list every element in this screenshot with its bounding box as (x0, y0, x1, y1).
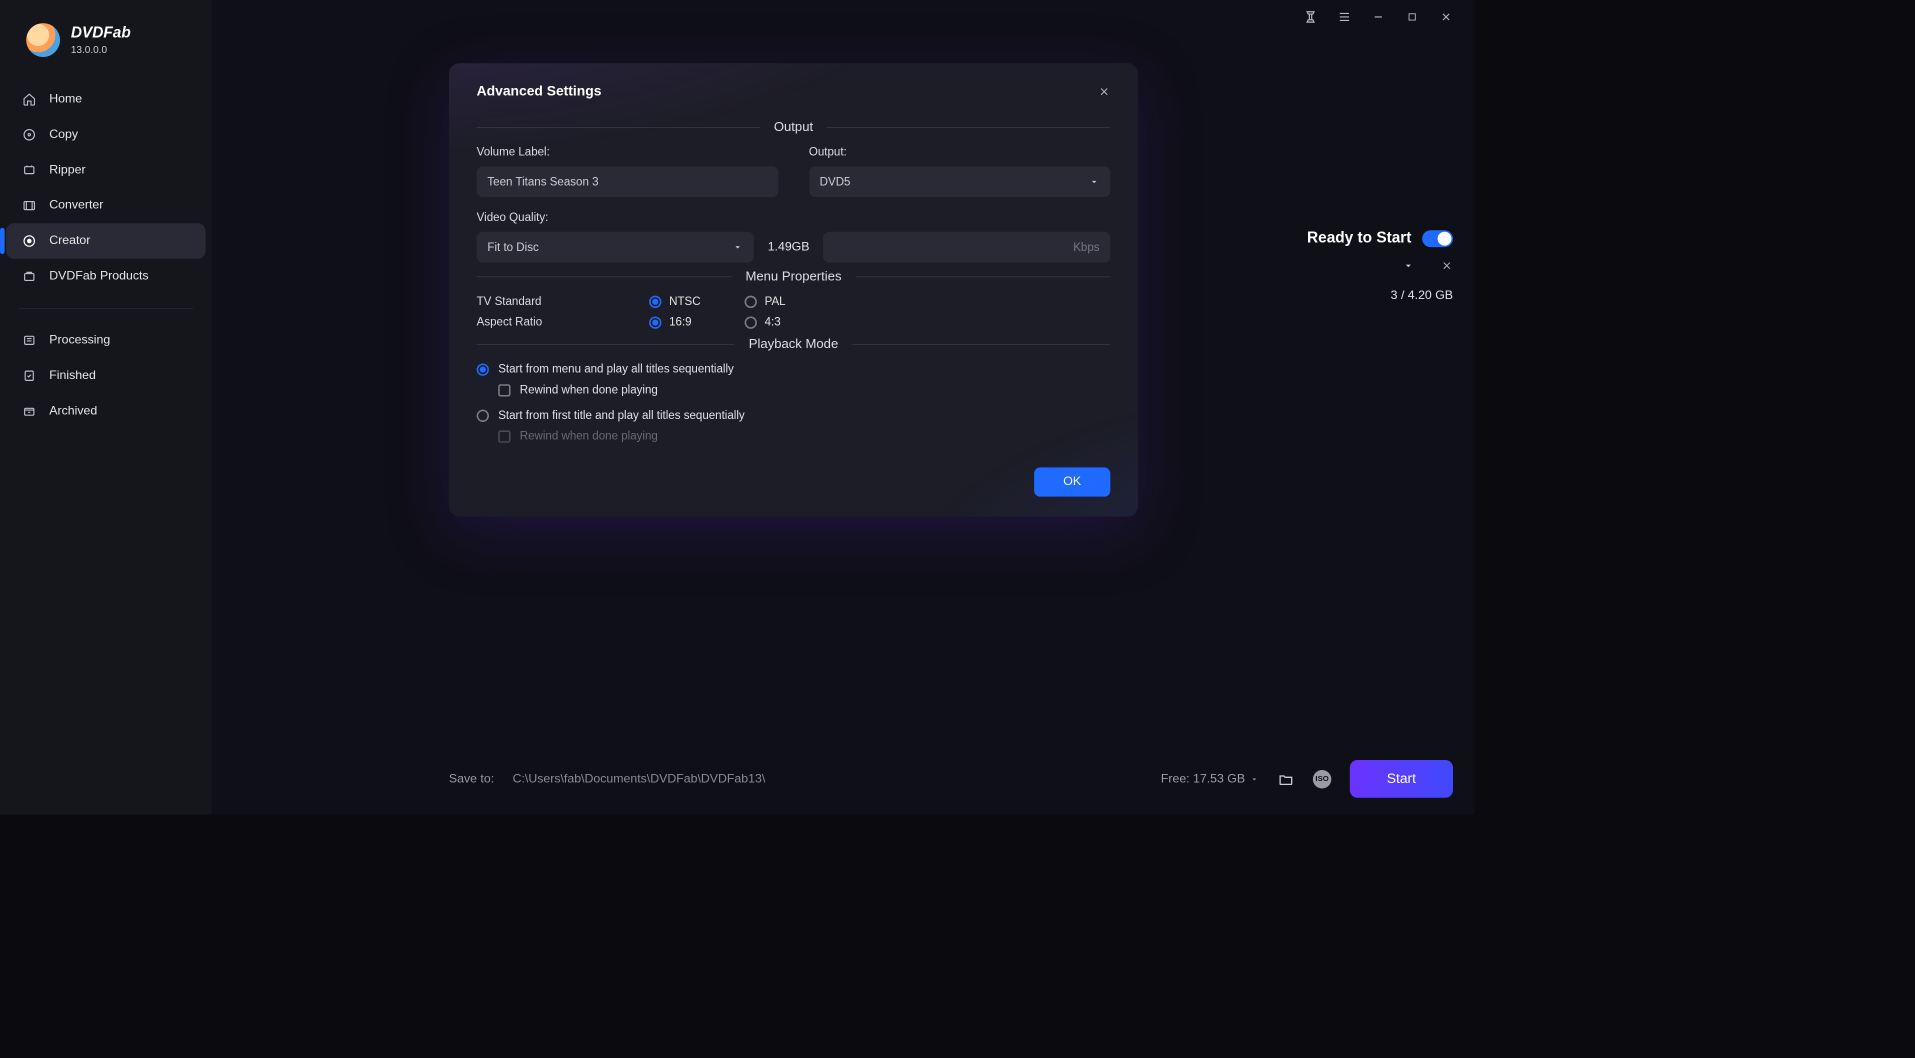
brand-block: DVDFab 13.0.0.0 (0, 17, 212, 79)
sidebar-item-finished[interactable]: Finished (6, 358, 205, 393)
start-button[interactable]: Start (1350, 760, 1453, 798)
bitrate-input[interactable]: Kbps (823, 232, 1110, 263)
playback-option-menu[interactable]: Start from menu and play all titles sequ… (477, 363, 1111, 376)
radio-16-9[interactable]: 16:9 (649, 316, 726, 329)
rewind-checkbox-2: Rewind when done playing (498, 430, 1110, 443)
save-path: C:\Users\fab\Documents\DVDFab\DVDFab13\ (513, 772, 766, 786)
sidebar-item-processing[interactable]: Processing (6, 323, 205, 358)
creator-icon (22, 233, 37, 248)
folder-icon[interactable] (1277, 770, 1294, 787)
close-modal-icon[interactable] (1098, 85, 1110, 97)
rewind-checkbox-1[interactable]: Rewind when done playing (498, 383, 1110, 396)
sidebar-item-label: Copy (49, 128, 78, 142)
section-playback: Playback Mode (477, 336, 1111, 351)
sidebar-item-label: Finished (49, 369, 96, 383)
minimize-icon[interactable] (1371, 10, 1385, 24)
sidebar-item-label: Home (49, 92, 82, 106)
playback-option-first-title[interactable]: Start from first title and play all titl… (477, 409, 1111, 422)
archive-icon (22, 403, 37, 418)
maximize-icon[interactable] (1405, 10, 1419, 24)
app-name: DVDFab (71, 25, 131, 42)
estimated-size: 1.49GB (768, 240, 810, 254)
video-quality-select[interactable]: Fit to Disc (477, 232, 754, 263)
chevron-down-icon (732, 242, 743, 253)
volume-label-label: Volume Label: (477, 146, 778, 159)
ripper-icon (22, 162, 37, 177)
app-version: 13.0.0.0 (71, 45, 131, 56)
output-select[interactable]: DVD5 (809, 166, 1110, 197)
window-controls (212, 0, 1475, 34)
iso-output-icon[interactable]: ISO (1313, 770, 1331, 788)
menu-icon[interactable] (1337, 10, 1351, 24)
tv-standard-label: TV Standard (477, 295, 631, 308)
radio-4-3[interactable]: 4:3 (745, 316, 822, 329)
remove-task-icon[interactable] (1441, 259, 1453, 271)
sidebar-item-label: Ripper (49, 163, 85, 177)
home-icon (22, 92, 37, 107)
output-label: Output: (809, 146, 1110, 159)
sidebar-item-home[interactable]: Home (6, 82, 205, 117)
chevron-down-icon[interactable] (1402, 259, 1414, 271)
sidebar-item-copy[interactable]: Copy (6, 117, 205, 152)
ready-label: Ready to Start (1307, 229, 1411, 247)
products-icon (22, 269, 37, 284)
chevron-down-icon (1250, 774, 1259, 783)
sidebar-item-label: Processing (49, 333, 110, 347)
task-status-panel: Ready to Start 3 / 4.20 GB (1307, 229, 1453, 302)
advanced-settings-modal: Advanced Settings Output Volume Label: T… (449, 63, 1138, 517)
sidebar-item-ripper[interactable]: Ripper (6, 152, 205, 187)
sidebar-item-label: Archived (49, 404, 97, 418)
section-output: Output (477, 119, 1111, 134)
theme-icon[interactable] (1304, 10, 1318, 24)
disc-size-info: 3 / 4.20 GB (1391, 289, 1453, 303)
chevron-down-icon (1089, 176, 1100, 187)
ok-button[interactable]: OK (1034, 467, 1110, 496)
app-logo-icon (26, 23, 60, 57)
list-icon (22, 333, 37, 348)
sidebar-item-products[interactable]: DVDFab Products (6, 259, 205, 294)
check-clipboard-icon (22, 368, 37, 383)
bottom-bar: Save to: C:\Users\fab\Documents\DVDFab\D… (449, 760, 1453, 798)
sidebar-item-label: Converter (49, 199, 103, 213)
sidebar-divider (18, 308, 193, 309)
converter-icon (22, 198, 37, 213)
main-area: Ready to Start 3 / 4.20 GB Advanced Sett… (212, 0, 1475, 815)
disc-copy-icon (22, 127, 37, 142)
save-to-label: Save to: (449, 772, 494, 786)
sidebar-item-archived[interactable]: Archived (6, 393, 205, 428)
video-quality-label: Video Quality: (477, 211, 754, 224)
ready-toggle[interactable] (1422, 230, 1453, 247)
radio-pal[interactable]: PAL (745, 295, 822, 308)
sidebar-item-label: DVDFab Products (49, 270, 148, 284)
sidebar: DVDFab 13.0.0.0 Home Copy Ri (0, 0, 212, 815)
free-space[interactable]: Free: 17.53 GB (1161, 772, 1259, 786)
sidebar-item-label: Creator (49, 234, 90, 248)
volume-label-input[interactable]: Teen Titans Season 3 (477, 166, 778, 197)
radio-ntsc[interactable]: NTSC (649, 295, 726, 308)
close-window-icon[interactable] (1439, 10, 1453, 24)
aspect-ratio-label: Aspect Ratio (477, 316, 631, 329)
sidebar-item-converter[interactable]: Converter (6, 188, 205, 223)
sidebar-item-creator[interactable]: Creator (6, 223, 205, 258)
modal-title: Advanced Settings (477, 83, 602, 99)
section-menu: Menu Properties (477, 269, 1111, 284)
